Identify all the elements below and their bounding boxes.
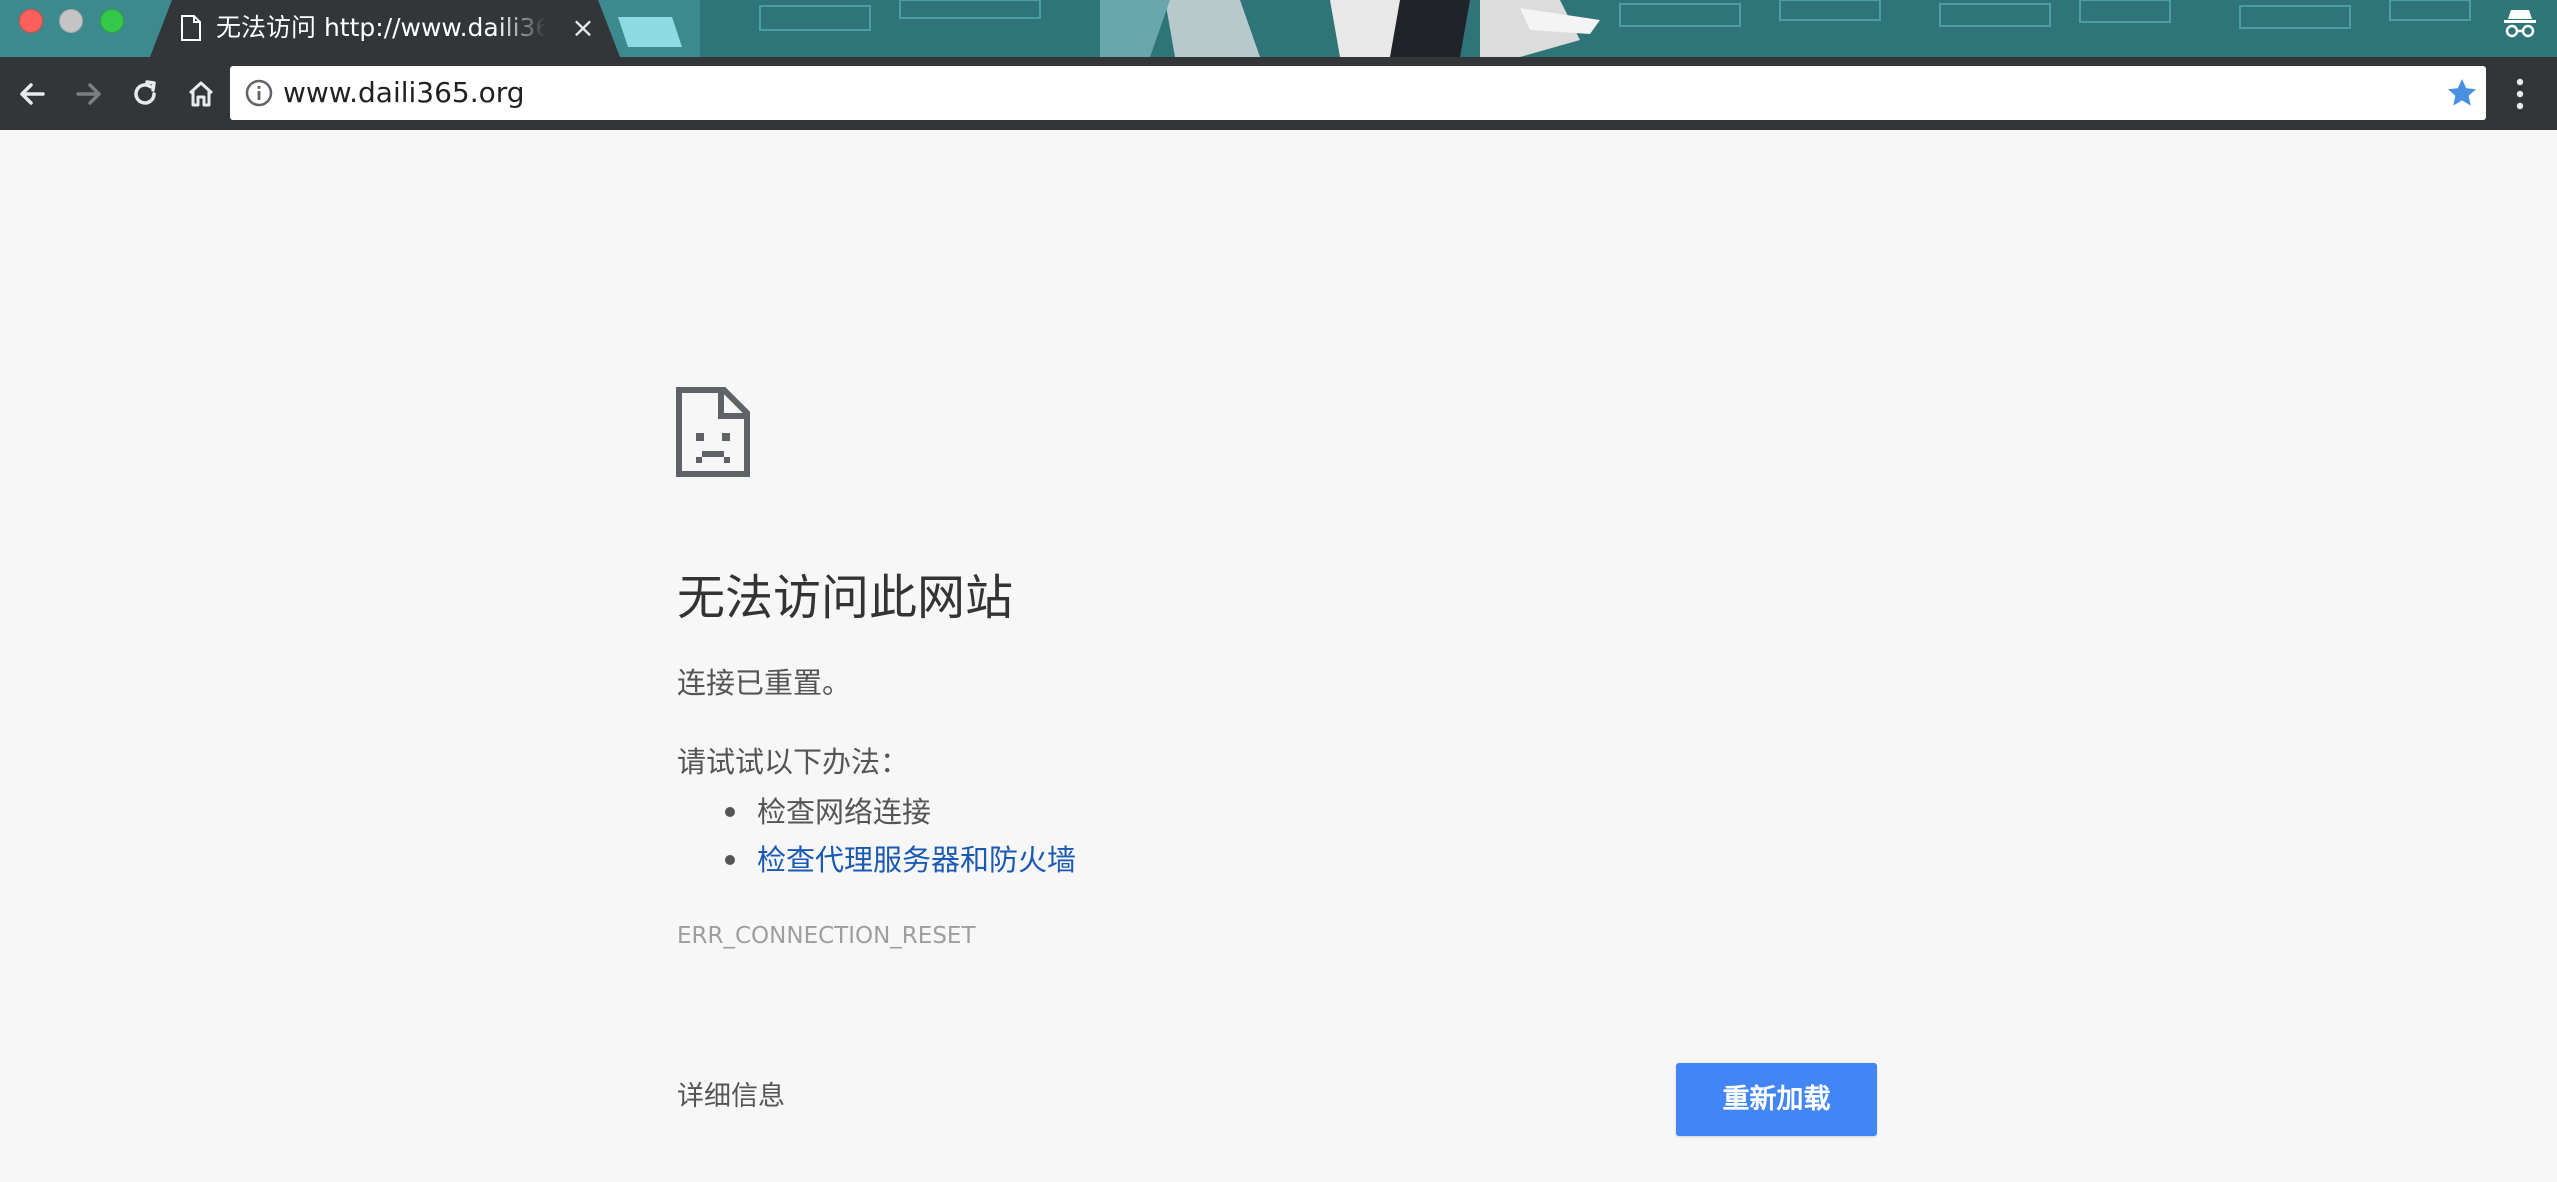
bookmark-star-icon[interactable] [2446, 77, 2478, 109]
tab-close-icon[interactable]: × [568, 12, 598, 44]
suggestions-heading: 请试试以下办法： [677, 745, 910, 779]
window-minimize-button[interactable] [59, 9, 83, 33]
reload-button[interactable]: 重新加载 [1676, 1063, 1877, 1136]
error-title: 无法访问此网站 [677, 570, 1014, 626]
tab-title: 无法访问 http://www.daili365.org [216, 13, 546, 42]
title-bar: 无法访问 http://www.daili365.org × [0, 0, 2557, 57]
menu-dots-icon[interactable] [2508, 75, 2532, 113]
home-icon[interactable] [182, 75, 220, 113]
back-arrow-icon[interactable] [13, 75, 51, 113]
error-code: ERR_CONNECTION_RESET [677, 923, 976, 949]
details-button[interactable]: 详细信息 [677, 1077, 785, 1117]
forward-arrow-icon[interactable] [70, 75, 108, 113]
error-page [0, 130, 2557, 1182]
page-icon [181, 15, 201, 41]
address-bar[interactable]: www.daili365.org [230, 66, 2486, 120]
error-description: 连接已重置。 [677, 666, 852, 700]
sad-page-icon [676, 387, 750, 477]
list-item: 检查代理服务器和防火墙 [677, 836, 1076, 884]
list-item: 检查网络连接 [677, 788, 1076, 836]
window-zoom-button[interactable] [100, 9, 124, 33]
address-input[interactable]: www.daili365.org [283, 66, 525, 120]
browser-toolbar: www.daili365.org [0, 57, 2557, 130]
incognito-icon [2504, 10, 2536, 38]
suggestion-check-network: 检查网络连接 [757, 795, 932, 829]
reload-icon[interactable] [126, 75, 164, 113]
suggestion-check-proxy-link[interactable]: 检查代理服务器和防火墙 [757, 843, 1076, 877]
new-tab-button[interactable] [618, 17, 682, 47]
info-icon[interactable] [244, 78, 274, 108]
bullet [725, 855, 735, 865]
bullet [725, 807, 735, 817]
suggestions-list: 检查网络连接 检查代理服务器和防火墙 [677, 788, 1076, 884]
tab-active[interactable]: 无法访问 http://www.daili365.org × [150, 0, 620, 57]
window-close-button[interactable] [19, 9, 43, 33]
